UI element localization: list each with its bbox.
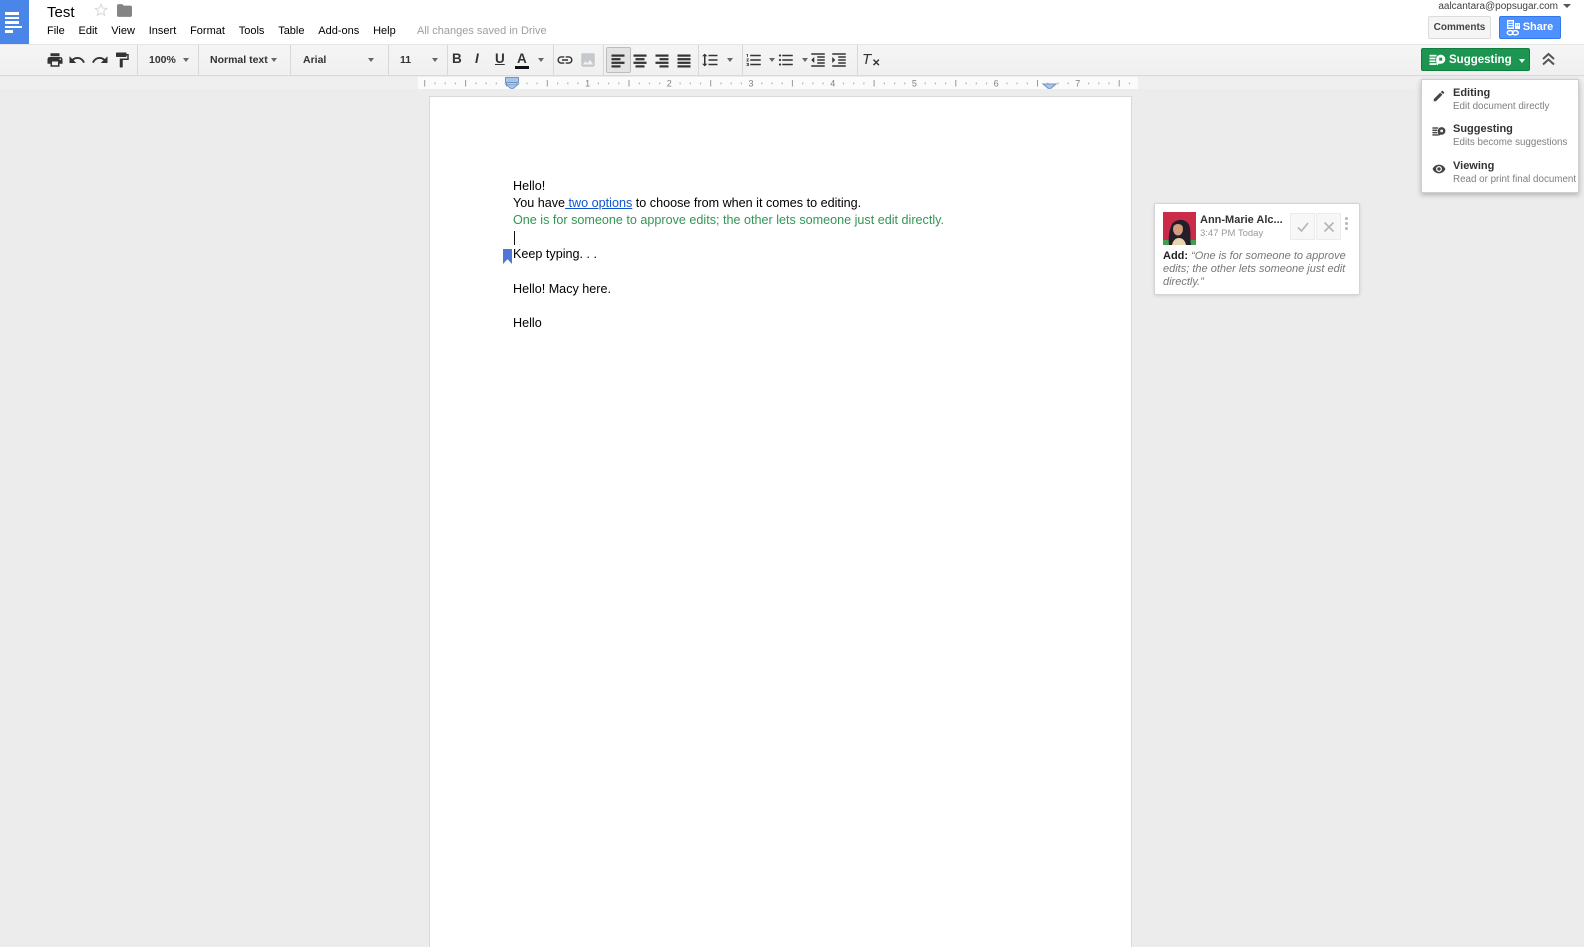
svg-text:4: 4 <box>830 79 835 89</box>
svg-text:5: 5 <box>912 79 917 89</box>
svg-text:3: 3 <box>748 79 753 89</box>
svg-text:1: 1 <box>585 79 590 89</box>
svg-text:2: 2 <box>667 79 672 89</box>
svg-text:7: 7 <box>1075 79 1080 89</box>
svg-text:6: 6 <box>994 79 999 89</box>
